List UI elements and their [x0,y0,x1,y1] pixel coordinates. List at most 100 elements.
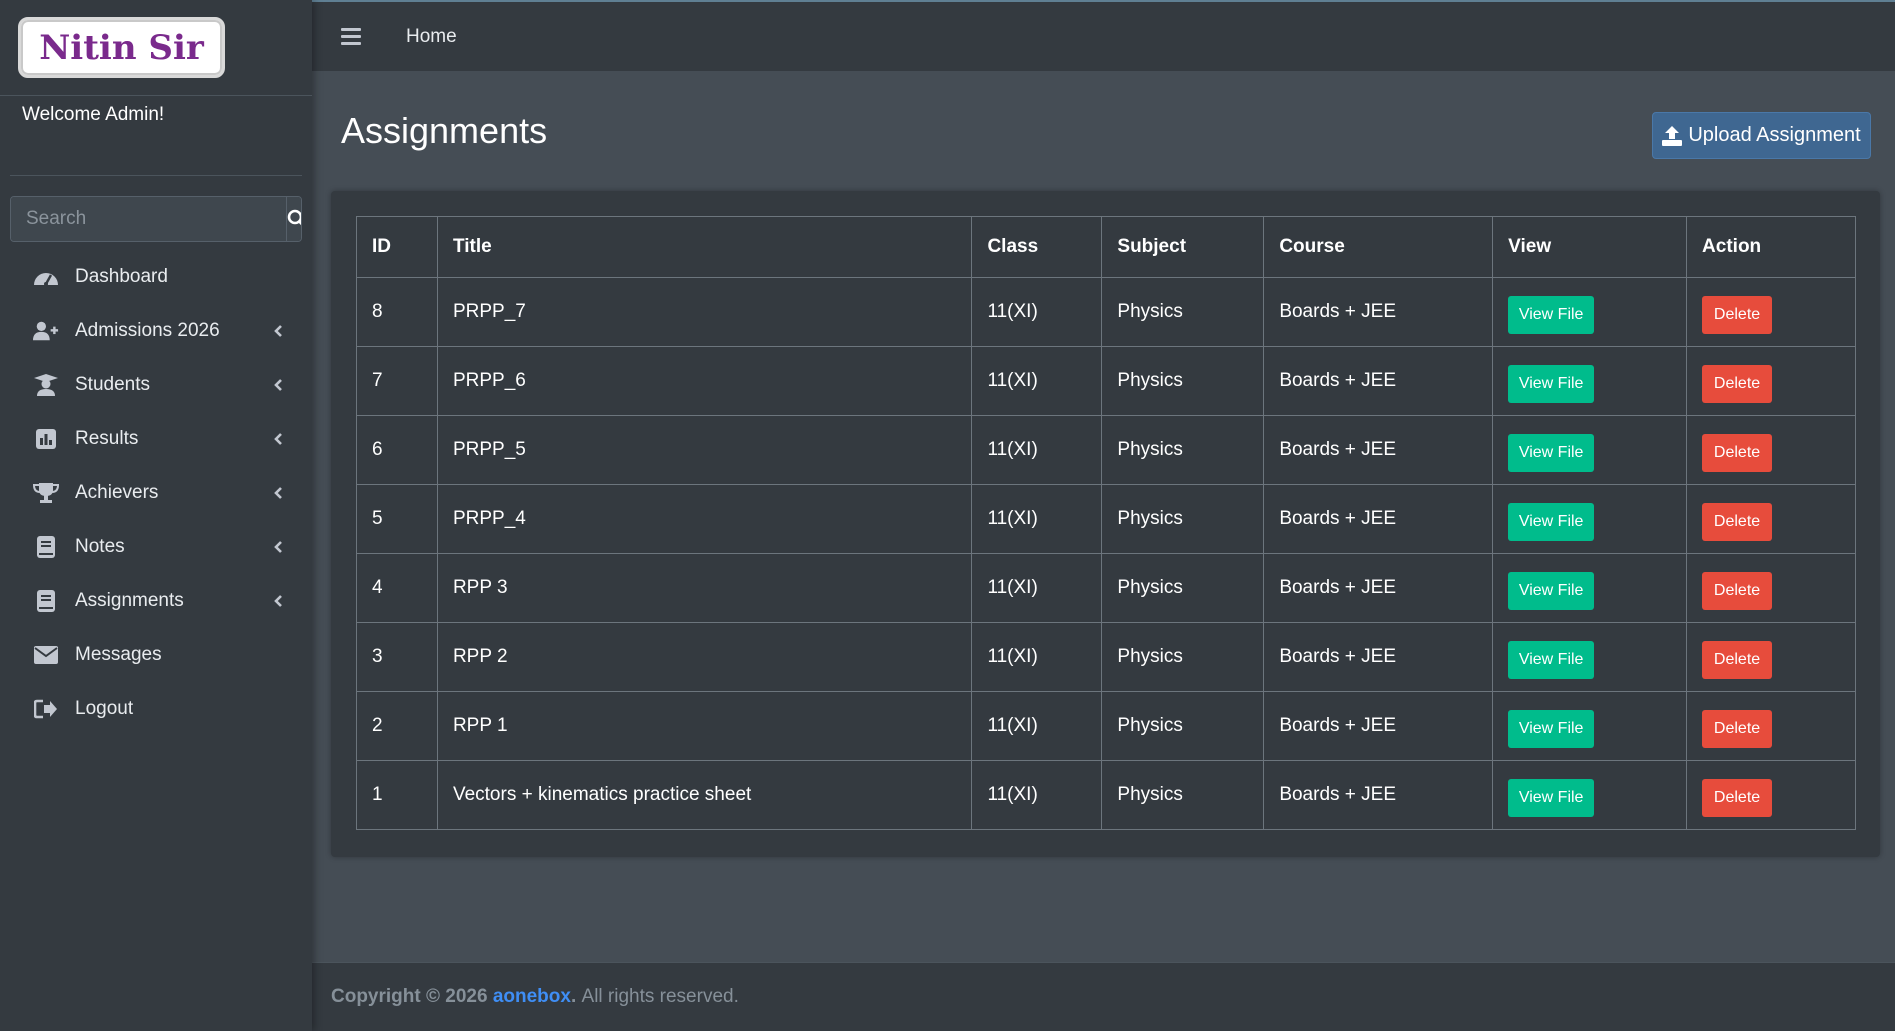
column-header-course: Course [1263,216,1494,278]
table-row: 1 Vectors + kinematics practice sheet 11… [356,760,1856,830]
cell-action: Delete [1686,484,1856,554]
cell-course: Boards + JEE [1263,622,1494,692]
cell-id: 7 [356,346,438,416]
column-header-view: View [1492,216,1688,278]
view-file-button[interactable]: View File [1508,640,1595,679]
user-plus-icon [33,320,59,342]
footer-brand-link[interactable]: aonebox [493,986,571,1008]
chevron-left-icon [272,324,284,338]
footer-rights: All rights reserved. [581,986,739,1007]
cell-class: 11(XI) [971,484,1103,554]
table-row: 6 PRPP_5 11(XI) Physics Boards + JEE Vie… [356,415,1856,485]
sidebar-item-achievers[interactable]: Achievers [0,466,312,520]
chevron-left-icon [272,378,284,392]
table-row: 3 RPP 2 11(XI) Physics Boards + JEE View… [356,622,1856,692]
sidebar-item-label: Messages [75,644,162,665]
chart-icon [33,428,59,450]
cell-class: 11(XI) [971,346,1103,416]
view-file-button[interactable]: View File [1508,778,1595,817]
table-row: 7 PRPP_6 11(XI) Physics Boards + JEE Vie… [356,346,1856,416]
home-link[interactable]: Home [406,26,457,48]
sidebar-item-results[interactable]: Results [0,412,312,466]
delete-button[interactable]: Delete [1702,709,1773,748]
search-icon [287,209,301,226]
delete-button[interactable]: Delete [1702,571,1773,610]
sidebar-item-dashboard[interactable]: Dashboard [0,250,312,304]
cell-subject: Physics [1101,277,1265,347]
cell-subject: Physics [1101,346,1265,416]
sidebar-item-logout[interactable]: Logout [0,682,312,736]
cell-action: Delete [1686,760,1856,830]
delete-button[interactable]: Delete [1702,433,1773,472]
cell-action: Delete [1686,346,1856,416]
chevron-left-icon [272,486,284,500]
chevron-left-icon [272,594,284,608]
view-file-button[interactable]: View File [1508,709,1595,748]
column-header-id: ID [356,216,438,278]
cell-id: 1 [356,760,438,830]
envelope-icon [33,644,59,666]
cell-class: 11(XI) [971,415,1103,485]
cell-class: 11(XI) [971,691,1103,761]
sidebar-item-label: Students [75,374,150,395]
delete-button[interactable]: Delete [1702,502,1773,541]
sidebar-item-label: Notes [75,536,125,557]
sidebar-item-notes[interactable]: Notes [0,520,312,574]
cell-title: RPP 1 [436,691,973,761]
brand-logo[interactable]: Nitin Sir [18,17,225,78]
sidebar-item-label: Results [75,428,139,449]
cell-action: Delete [1686,415,1856,485]
cell-action: Delete [1686,691,1856,761]
cell-title: Vectors + kinematics practice sheet [436,760,973,830]
view-file-button[interactable]: View File [1508,433,1595,472]
table-header-row: ID Title Class Subject Course View Actio… [356,216,1856,278]
sidebar-nav: Dashboard Admissions 2026 Students Resul… [0,250,312,736]
cell-course: Boards + JEE [1263,553,1494,623]
cell-view: View File [1492,760,1688,830]
sidebar-item-messages[interactable]: Messages [0,628,312,682]
book-icon [33,590,59,612]
cell-id: 6 [356,415,438,485]
sidebar-item-assignments[interactable]: Assignments [0,574,312,628]
assignments-card: ID Title Class Subject Course View Actio… [331,191,1880,857]
search-input[interactable] [11,197,286,241]
view-file-button[interactable]: View File [1508,571,1595,610]
cell-action: Delete [1686,622,1856,692]
cell-course: Boards + JEE [1263,346,1494,416]
cell-action: Delete [1686,553,1856,623]
column-header-class: Class [971,216,1103,278]
view-file-button[interactable]: View File [1508,364,1595,403]
trophy-icon [33,482,59,504]
delete-button[interactable]: Delete [1702,364,1773,403]
search-button[interactable] [286,197,301,241]
view-file-button[interactable]: View File [1508,295,1595,334]
table-row: 8 PRPP_7 11(XI) Physics Boards + JEE Vie… [356,277,1856,347]
logout-icon [33,698,59,720]
sidebar-item-admissions[interactable]: Admissions 2026 [0,304,312,358]
cell-view: View File [1492,553,1688,623]
cell-id: 8 [356,277,438,347]
cell-subject: Physics [1101,484,1265,554]
sidebar: Nitin Sir Welcome Admin! Dashboard Admis… [0,0,312,1031]
view-file-button[interactable]: View File [1508,502,1595,541]
cell-id: 4 [356,553,438,623]
cell-title: RPP 2 [436,622,973,692]
delete-button[interactable]: Delete [1702,640,1773,679]
cell-course: Boards + JEE [1263,484,1494,554]
cell-view: View File [1492,691,1688,761]
cell-view: View File [1492,415,1688,485]
cell-id: 3 [356,622,438,692]
column-header-action: Action [1686,216,1856,278]
delete-button[interactable]: Delete [1702,778,1773,817]
sidebar-item-label: Admissions 2026 [75,320,220,341]
chevron-left-icon [272,432,284,446]
cell-id: 2 [356,691,438,761]
welcome-text: Welcome Admin! [22,104,165,125]
sidebar-item-students[interactable]: Students [0,358,312,412]
upload-assignment-button[interactable]: Upload Assignment [1652,112,1871,159]
brand: Nitin Sir [0,0,312,96]
delete-button[interactable]: Delete [1702,295,1773,334]
menu-toggle-icon[interactable] [341,24,361,49]
cell-view: View File [1492,346,1688,416]
table-row: 4 RPP 3 11(XI) Physics Boards + JEE View… [356,553,1856,623]
